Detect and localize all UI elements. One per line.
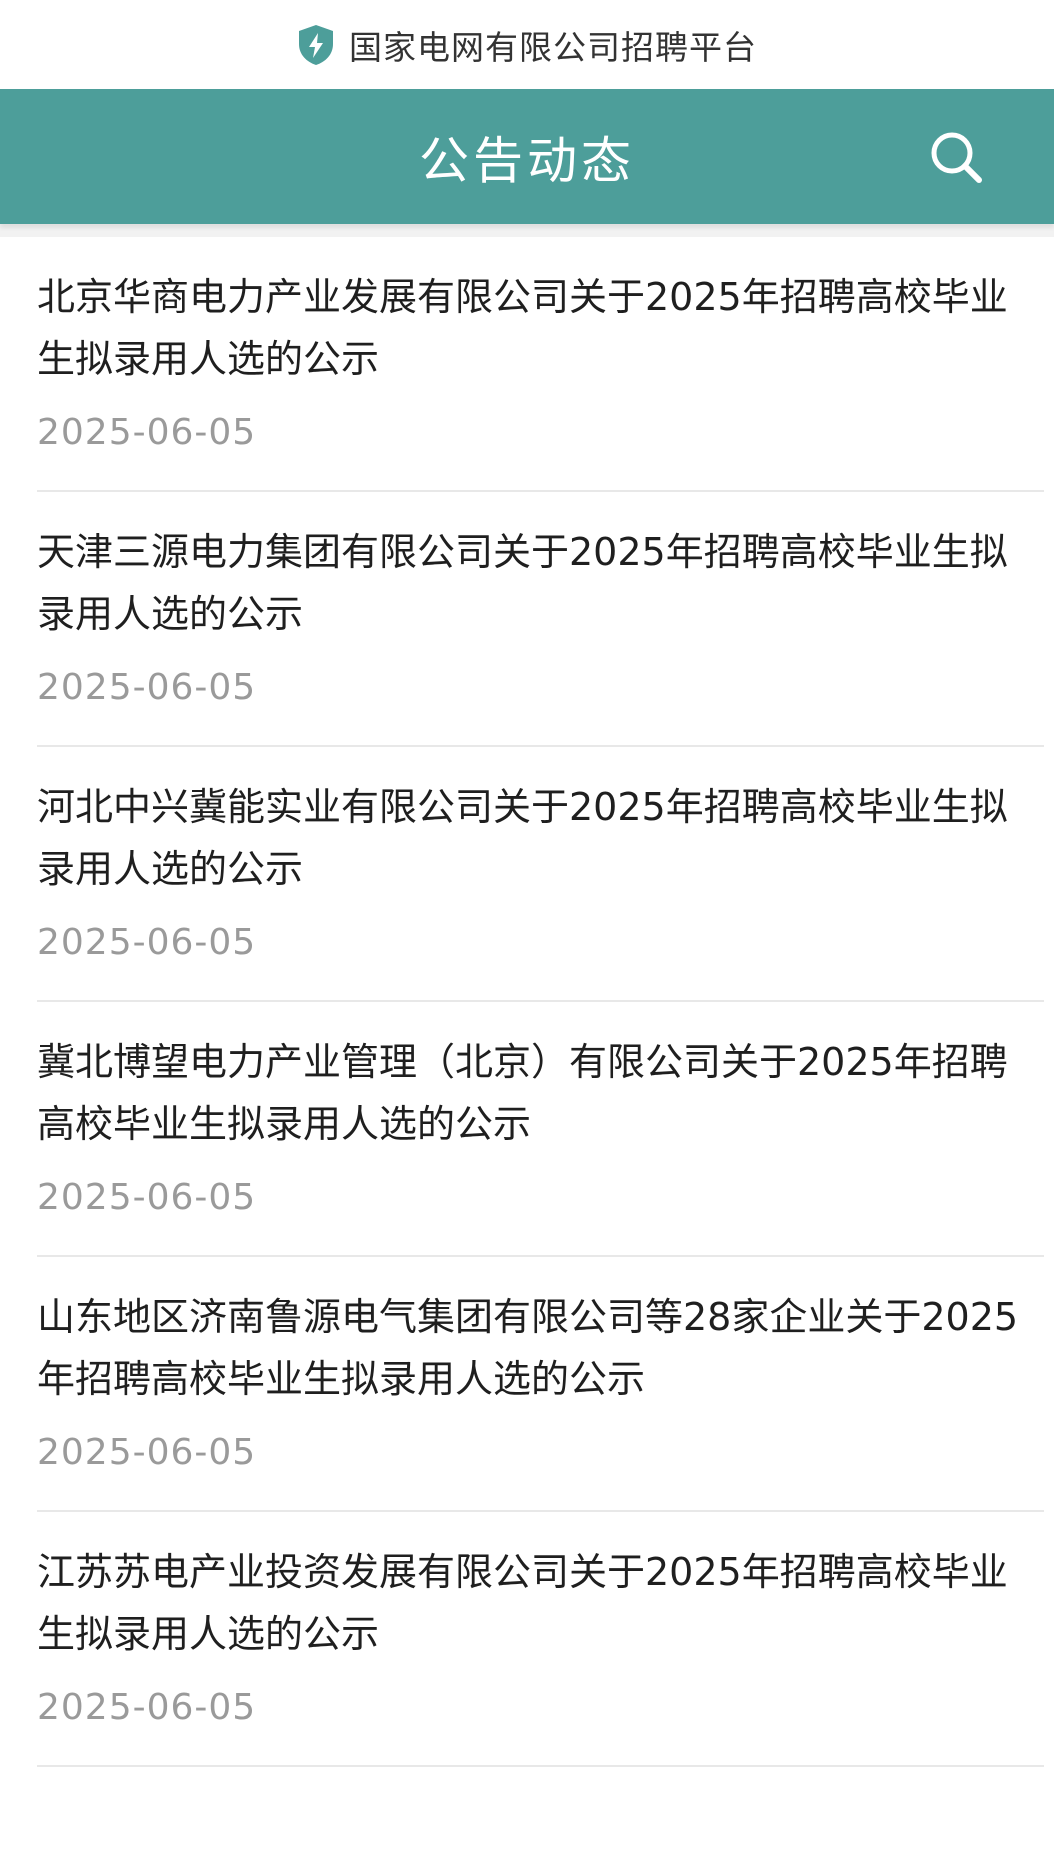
page: 国家电网有限公司招聘平台 公告动态 北京华商电力产业发展有限公司关于2025年招… (0, 0, 1054, 1850)
announcement-date: 2025-06-05 (37, 1432, 257, 1473)
announcement-title: 江苏苏电产业投资发展有限公司关于2025年招聘高校毕业生拟录用人选的公示 (37, 1550, 1008, 1656)
list-item[interactable]: 天津三源电力集团有限公司关于2025年招聘高校毕业生拟录用人选的公示 2025-… (37, 492, 1044, 747)
announcement-title: 冀北博望电力产业管理（北京）有限公司关于2025年招聘高校毕业生拟录用人选的公示 (37, 1040, 1008, 1146)
search-button[interactable] (926, 127, 986, 187)
search-icon (931, 132, 982, 183)
announcement-date: 2025-06-05 (37, 1177, 257, 1218)
list-item[interactable]: 北京华商电力产业发展有限公司关于2025年招聘高校毕业生拟录用人选的公示 202… (37, 237, 1044, 492)
announcement-title: 北京华商电力产业发展有限公司关于2025年招聘高校毕业生拟录用人选的公示 (37, 275, 1008, 381)
page-header: 公告动态 (0, 89, 1054, 224)
announcement-title: 天津三源电力集团有限公司关于2025年招聘高校毕业生拟录用人选的公示 (37, 530, 1008, 636)
announcement-title: 河北中兴冀能实业有限公司关于2025年招聘高校毕业生拟录用人选的公示 (37, 785, 1008, 891)
list-item[interactable]: 河北中兴冀能实业有限公司关于2025年招聘高校毕业生拟录用人选的公示 2025-… (37, 747, 1044, 1002)
announcement-title: 山东地区济南鲁源电气集团有限公司等28家企业关于2025年招聘高校毕业生拟录用人… (37, 1295, 1019, 1401)
header-spacer (0, 224, 1054, 237)
announcement-date: 2025-06-05 (37, 667, 257, 708)
announcement-date: 2025-06-05 (37, 1687, 257, 1728)
announcement-date: 2025-06-05 (37, 922, 257, 963)
shield-bolt-icon (297, 24, 335, 66)
announcement-date: 2025-06-05 (37, 412, 257, 453)
list-item[interactable]: 江苏苏电产业投资发展有限公司关于2025年招聘高校毕业生拟录用人选的公示 202… (37, 1512, 1044, 1767)
site-title: 国家电网有限公司招聘平台 (349, 27, 757, 67)
list-item[interactable]: 冀北博望电力产业管理（北京）有限公司关于2025年招聘高校毕业生拟录用人选的公示… (37, 1002, 1044, 1257)
site-bar: 国家电网有限公司招聘平台 (0, 0, 1054, 89)
page-title: 公告动态 (419, 131, 635, 190)
list-item[interactable]: 山东地区济南鲁源电气集团有限公司等28家企业关于2025年招聘高校毕业生拟录用人… (37, 1257, 1044, 1512)
announcement-list: 北京华商电力产业发展有限公司关于2025年招聘高校毕业生拟录用人选的公示 202… (0, 237, 1054, 1767)
